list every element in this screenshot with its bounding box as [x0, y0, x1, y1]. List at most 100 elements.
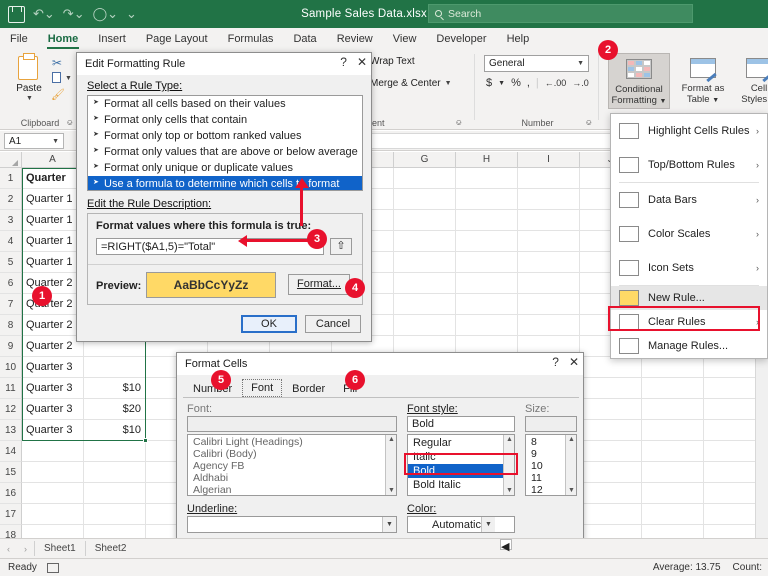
chevron-up-icon[interactable]: ▲	[568, 436, 575, 443]
grid-cell[interactable]: $20	[84, 399, 146, 420]
chevron-down-icon[interactable]: ▼	[388, 487, 395, 494]
row-header[interactable]: 1	[0, 168, 22, 189]
font-list-scrollbar[interactable]: ▲ ▼	[385, 435, 396, 495]
grid-cell[interactable]	[394, 273, 456, 294]
horizontal-scrollbar[interactable]: ◀	[500, 538, 655, 553]
grid-cell[interactable]	[518, 294, 580, 315]
row-header[interactable]: 2	[0, 189, 22, 210]
ok-button[interactable]: OK	[241, 315, 297, 333]
size-list-scrollbar[interactable]: ▲ ▼	[565, 435, 576, 495]
grid-cell[interactable]	[642, 462, 704, 483]
menu-item-icon-sets[interactable]: Icon Sets ›	[611, 251, 767, 285]
chevron-down-icon[interactable]: ▼	[480, 517, 495, 532]
column-header-g[interactable]: G	[394, 152, 456, 168]
increase-decimal-icon[interactable]: →.0	[572, 78, 589, 88]
row-header[interactable]: 9	[0, 336, 22, 357]
grid-cell[interactable]	[580, 441, 642, 462]
ribbon-tab-help[interactable]: Help	[497, 30, 540, 48]
grid-cell[interactable]	[84, 357, 146, 378]
help-icon[interactable]: ?	[340, 55, 347, 69]
grid-cell[interactable]	[518, 189, 580, 210]
grid-cell[interactable]	[518, 252, 580, 273]
grid-cell[interactable]	[580, 420, 642, 441]
grid-cell[interactable]: Quarter 1	[22, 231, 84, 252]
row-header[interactable]: 3	[0, 210, 22, 231]
font-style-option[interactable]: Bold Italic	[408, 478, 503, 492]
row-header[interactable]: 5	[0, 252, 22, 273]
ribbon-tab-review[interactable]: Review	[327, 30, 383, 48]
chevron-down-icon[interactable]: ▼	[568, 487, 575, 494]
grid-cell[interactable]	[22, 441, 84, 462]
grid-cell[interactable]: Quarter 1	[22, 252, 84, 273]
size-option[interactable]: 12	[526, 484, 565, 495]
range-selector-icon[interactable]: ⇧	[330, 238, 352, 255]
grid-cell[interactable]	[580, 378, 642, 399]
size-option[interactable]: 10	[526, 460, 565, 472]
font-style-option[interactable]: Regular	[408, 436, 503, 450]
rule-type-item[interactable]: Format only cells that contain	[88, 112, 362, 128]
ribbon-tab-data[interactable]: Data	[283, 30, 326, 48]
grid-cell[interactable]	[518, 273, 580, 294]
font-list[interactable]: Calibri Light (Headings) Calibri (Body) …	[187, 434, 397, 496]
grid-cell[interactable]	[456, 231, 518, 252]
prev-sheet-icon[interactable]: ‹	[0, 544, 17, 554]
dialog-launcher-icon[interactable]: ⎉	[67, 118, 73, 128]
row-header[interactable]: 17	[0, 504, 22, 525]
grid-cell[interactable]	[642, 378, 704, 399]
grid-cell[interactable]	[22, 525, 84, 538]
grid-cell[interactable]: Quarter 3	[22, 357, 84, 378]
column-header-a[interactable]: A	[22, 152, 84, 168]
grid-cell[interactable]	[456, 294, 518, 315]
row-header[interactable]: 12	[0, 399, 22, 420]
decrease-decimal-icon[interactable]: ←.00	[545, 78, 567, 88]
grid-cell[interactable]	[456, 168, 518, 189]
size-list[interactable]: 8 9 10 11 12 14 ▲ ▼	[525, 434, 577, 496]
rule-type-item[interactable]: Format all cells based on their values	[88, 96, 362, 112]
rule-type-item[interactable]: Format only top or bottom ranked values	[88, 128, 362, 144]
size-option[interactable]: 11	[526, 472, 565, 484]
column-header-i[interactable]: I	[518, 152, 580, 168]
ribbon-tab-insert[interactable]: Insert	[88, 30, 136, 48]
font-style-input[interactable]: Bold	[407, 416, 515, 432]
grid-cell[interactable]	[642, 525, 704, 538]
row-header[interactable]: 8	[0, 315, 22, 336]
row-header[interactable]: 13	[0, 420, 22, 441]
number-format-select[interactable]: General ▼	[484, 55, 589, 72]
grid-cell[interactable]: Quarter 3	[22, 378, 84, 399]
grid-cell[interactable]	[518, 210, 580, 231]
row-header[interactable]: 18	[0, 525, 22, 538]
grid-cell[interactable]	[580, 462, 642, 483]
copy-icon[interactable]	[52, 70, 65, 83]
accessibility-icon[interactable]	[46, 562, 59, 573]
grid-cell[interactable]	[22, 462, 84, 483]
ribbon-tab-file[interactable]: File	[0, 30, 38, 48]
grid-cell[interactable]	[580, 483, 642, 504]
rule-type-item[interactable]: Format only unique or duplicate values	[88, 160, 362, 176]
chevron-down-icon[interactable]: ▼	[506, 487, 513, 494]
cancel-button[interactable]: Cancel	[305, 315, 361, 333]
select-all-corner[interactable]	[0, 152, 22, 168]
grid-cell[interactable]: Quarter 1	[22, 189, 84, 210]
row-header[interactable]: 10	[0, 357, 22, 378]
scissors-icon[interactable]: ✂	[52, 56, 62, 70]
grid-cell[interactable]: Quarter 3	[22, 399, 84, 420]
font-option[interactable]: Calibri (Body)	[188, 448, 385, 460]
paste-button[interactable]: Paste	[10, 83, 48, 94]
fill-handle[interactable]	[143, 438, 148, 443]
grid-cell[interactable]	[456, 210, 518, 231]
row-header[interactable]: 7	[0, 294, 22, 315]
tab-border[interactable]: Border	[284, 381, 333, 397]
ribbon-tab-home[interactable]: Home	[38, 30, 89, 49]
grid-cell[interactable]	[394, 315, 456, 336]
grid-cell[interactable]	[394, 168, 456, 189]
close-icon[interactable]: ✕	[569, 355, 579, 369]
grid-cell[interactable]	[394, 189, 456, 210]
help-icon[interactable]: ?	[552, 355, 559, 369]
grid-cell[interactable]: Quarter	[22, 168, 84, 189]
grid-cell[interactable]	[456, 315, 518, 336]
ribbon-tab-developer[interactable]: Developer	[426, 30, 496, 48]
percent-icon[interactable]: %	[511, 77, 521, 89]
paintbrush-icon[interactable]: 🖌	[51, 88, 65, 101]
format-button[interactable]: Format...	[288, 274, 350, 295]
grid-cell[interactable]	[394, 294, 456, 315]
